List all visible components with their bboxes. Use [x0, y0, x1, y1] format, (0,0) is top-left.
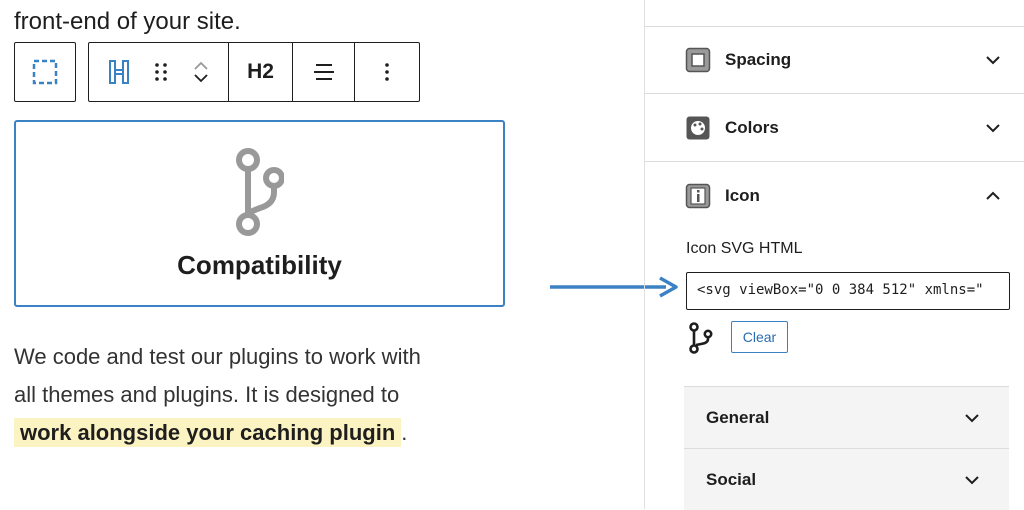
drag-handle-icon: [154, 63, 167, 81]
dashed-square-icon: [32, 59, 58, 85]
clear-button[interactable]: Clear: [731, 321, 788, 353]
more-options-button[interactable]: [355, 43, 418, 101]
paragraph-block[interactable]: We code and test our plugins to work wit…: [14, 338, 504, 452]
subpanel-label: General: [706, 407, 770, 427]
chevron-up-icon[interactable]: [985, 191, 1001, 201]
palette-icon: [686, 116, 710, 139]
info-icon: [685, 183, 711, 209]
icon-svg-input[interactable]: <svg viewBox="0 0 384 512" xmlns=": [686, 272, 1010, 310]
code-branch-icon: [236, 148, 284, 236]
subpanel-social[interactable]: Social: [684, 448, 1009, 510]
drag-handle[interactable]: [141, 43, 181, 101]
heading-block-icon: [108, 60, 129, 84]
spacing-icon: [685, 47, 711, 73]
paragraph-line: We code and test our plugins to work wit…: [14, 344, 421, 369]
heading-block-icon-button[interactable]: [97, 43, 141, 101]
subpanel-label: Social: [706, 469, 757, 489]
panel-label: Colors: [725, 117, 779, 137]
icon-svg-field-label: Icon SVG HTML: [686, 240, 803, 257]
heading-level-button[interactable]: H2: [229, 43, 293, 101]
move-buttons: [181, 43, 221, 101]
align-center-icon: [313, 64, 334, 80]
chevron-up-icon[interactable]: [192, 58, 210, 72]
paragraph-period: .: [401, 420, 408, 445]
panel-spacing[interactable]: Spacing: [645, 26, 1024, 94]
paragraph-line: all themes and plugins. It is designed t…: [14, 382, 400, 407]
paragraph-line: work alongside your caching plugin.: [14, 414, 504, 452]
code-branch-icon: [689, 322, 713, 354]
chevron-down-icon[interactable]: [985, 123, 1001, 133]
chevron-down-icon[interactable]: [964, 413, 980, 423]
block-toolbar: H2: [88, 42, 420, 102]
paragraph-text: front-end of your site.: [14, 8, 241, 35]
heading-level-label: H2: [247, 60, 274, 83]
panel-icon[interactable]: Icon: [645, 162, 1024, 230]
align-text-button[interactable]: [293, 43, 355, 101]
panel-label: Icon: [725, 186, 760, 205]
highlighted-text: work alongside your caching plugin: [14, 418, 402, 447]
panel-label: Spacing: [725, 50, 792, 69]
block-type-group: [89, 43, 229, 101]
block-heading[interactable]: Compatibility: [16, 250, 503, 281]
icon-heading-block[interactable]: Compatibility: [14, 120, 505, 307]
block-parent-selector-button[interactable]: [14, 42, 76, 102]
chevron-down-icon[interactable]: [985, 55, 1001, 65]
panel-colors[interactable]: Colors: [645, 94, 1024, 162]
subpanel-general[interactable]: General: [684, 386, 1009, 448]
chevron-down-icon[interactable]: [964, 475, 980, 485]
chevron-down-icon[interactable]: [192, 72, 210, 86]
more-vertical-icon: [384, 63, 389, 81]
